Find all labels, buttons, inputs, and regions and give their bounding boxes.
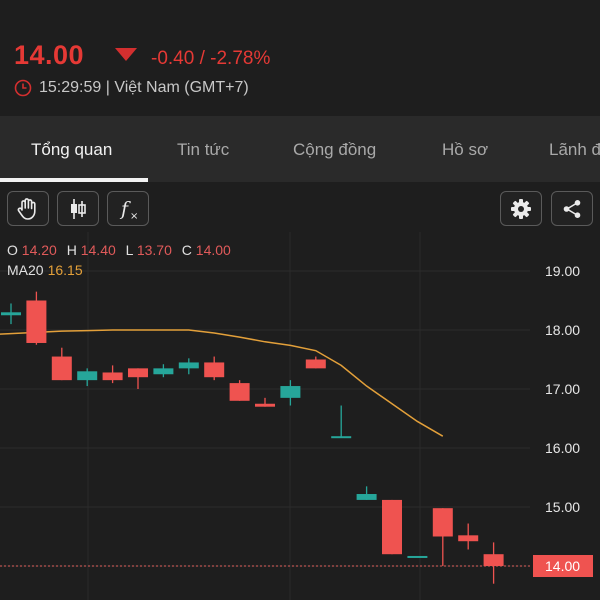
- candle-body: [1, 312, 21, 316]
- low-label: L: [125, 242, 133, 258]
- candle: [1, 303, 21, 325]
- price-change: -0.40 / -2.78%: [151, 48, 271, 69]
- candle: [407, 555, 428, 558]
- candle-body: [382, 499, 402, 555]
- candle-body: [178, 362, 199, 369]
- quote-time-text: 15:29:59 | Việt Nam (GMT+7): [39, 79, 249, 96]
- candle: [178, 358, 199, 375]
- indicators-button[interactable]: f ×: [107, 191, 149, 226]
- ma20-line: [0, 329, 444, 437]
- candle: [51, 347, 72, 381]
- candlestick-icon: [71, 198, 86, 219]
- candle-body: [432, 508, 453, 537]
- y-tick-label: 19.00: [545, 263, 580, 279]
- y-tick-label: 18.00: [545, 322, 580, 338]
- candle-body: [153, 368, 174, 375]
- last-price: 14.00: [14, 40, 85, 70]
- last-price-label: 14.00: [545, 558, 580, 574]
- quote-time: 15:29:59 | Việt Nam (GMT+7): [14, 79, 249, 97]
- tab-community[interactable]: Cộng đồng: [293, 140, 376, 160]
- candle-body: [77, 371, 98, 381]
- low-value: 13.70: [136, 242, 172, 258]
- crosshair-mode-button[interactable]: [7, 191, 49, 226]
- tab-leadership[interactable]: Lãnh đ: [549, 140, 600, 160]
- price-chart[interactable]: 19.00 18.00 17.00 16.00 15.00 14.00: [0, 232, 600, 600]
- quote-header: 14.00 -0.40 / -2.78% 15:29:59 | Việt Nam…: [0, 0, 600, 116]
- candle: [305, 356, 326, 369]
- candle: [255, 397, 275, 407]
- candle: [483, 542, 504, 584]
- candle-body: [255, 403, 275, 407]
- candle-body: [128, 368, 148, 378]
- candle-body: [458, 535, 479, 542]
- candle: [229, 380, 250, 401]
- candle: [356, 486, 377, 500]
- candle: [26, 291, 47, 345]
- candle-body: [280, 386, 301, 398]
- open-label: O: [7, 242, 18, 258]
- high-label: H: [66, 242, 77, 258]
- tab-news[interactable]: Tin tức: [177, 140, 229, 160]
- tab-profile[interactable]: Hồ sơ: [442, 140, 488, 160]
- active-tab-indicator: [0, 178, 148, 182]
- candle: [331, 405, 352, 439]
- ma-value: 16.15: [47, 262, 83, 278]
- candle: [102, 365, 123, 384]
- tab-bar: Tổng quan Tin tức Cộng đồng Hồ sơ Lãnh đ: [0, 116, 600, 182]
- share-button[interactable]: [551, 191, 593, 226]
- candle: [432, 508, 453, 566]
- share-icon: [563, 199, 581, 218]
- candle-body: [26, 300, 47, 343]
- y-tick-label: 15.00: [545, 499, 580, 515]
- candle: [280, 380, 301, 406]
- candle-body: [407, 555, 428, 558]
- candle: [382, 499, 402, 555]
- high-value: 14.40: [80, 242, 116, 258]
- y-tick-label: 17.00: [545, 381, 580, 397]
- candle-body: [204, 362, 225, 378]
- settings-button[interactable]: [500, 191, 542, 226]
- svg-text:×: ×: [130, 211, 138, 222]
- ma-legend: MA20 16.15: [7, 262, 83, 278]
- candle-body: [229, 383, 250, 401]
- candle: [153, 364, 174, 378]
- candle: [204, 356, 225, 381]
- clock-icon: [14, 79, 32, 97]
- tab-overview[interactable]: Tổng quan: [31, 140, 112, 160]
- triangle-down-icon: [115, 48, 137, 61]
- open-value: 14.20: [21, 242, 57, 258]
- candle-body: [51, 356, 72, 381]
- candle-body: [483, 554, 504, 566]
- close-label: C: [181, 242, 192, 258]
- candle: [77, 368, 98, 387]
- ma-label: MA20: [7, 262, 44, 278]
- candle-body: [356, 494, 377, 500]
- gear-icon: [511, 198, 531, 219]
- candle-body: [331, 436, 352, 439]
- candle-body: [305, 359, 326, 369]
- close-value: 14.00: [195, 242, 231, 258]
- candle-body: [102, 372, 123, 381]
- ohlc-legend: O 14.20 H 14.40 L 13.70 C 14.00: [7, 242, 237, 258]
- candle: [458, 523, 479, 550]
- candle: [128, 368, 148, 389]
- chart-type-button[interactable]: [57, 191, 99, 226]
- y-tick-label: 16.00: [545, 440, 580, 456]
- hand-icon: [17, 197, 36, 220]
- fx-indicator-icon: f ×: [119, 198, 138, 222]
